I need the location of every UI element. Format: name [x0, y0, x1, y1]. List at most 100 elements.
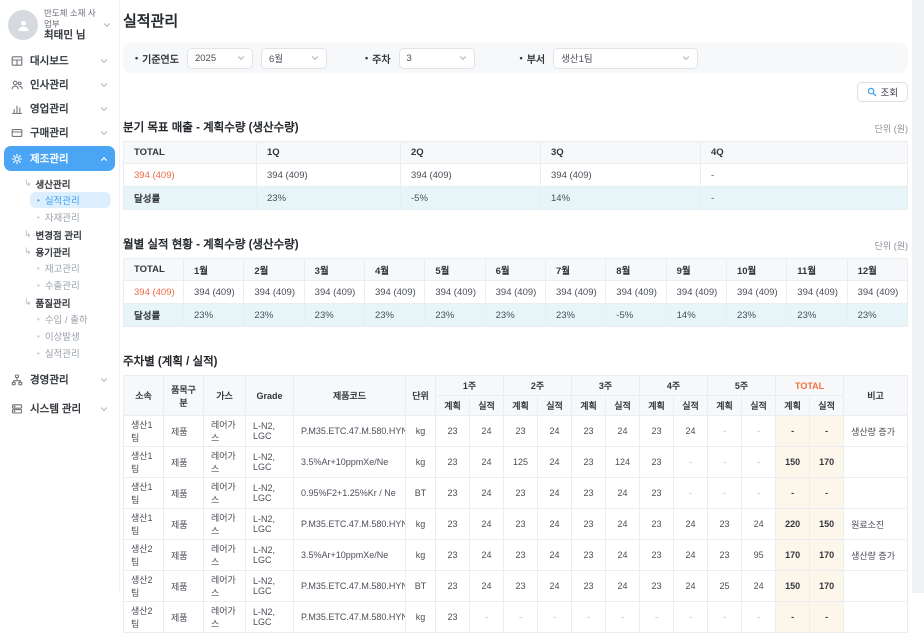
sidebar-item-시스템 관리[interactable]: 시스템 관리 [4, 398, 115, 419]
sidebar-group-품질관리[interactable]: ↳품질관리 [0, 294, 119, 311]
value-cell: 394 (409) [606, 281, 666, 304]
total-value-cell: 170 [810, 540, 844, 571]
column-header: Grade [246, 376, 294, 416]
values-row: 394 (409)394 (409)394 (409)394 (409)394 … [124, 281, 908, 304]
user-profile[interactable]: 반도체 소재 사업부 최태민 님 [0, 5, 119, 50]
unit-cell: kg [406, 509, 436, 540]
total-value-cell: 150 [776, 571, 810, 602]
week-group-header: 1주 [436, 376, 504, 396]
week-value-cell: 23 [640, 416, 674, 447]
total-value-cell: - [810, 602, 844, 633]
column-header: 1월 [184, 259, 244, 281]
search-button[interactable]: 조회 [857, 82, 908, 102]
user-name: 최태민 님 [44, 29, 103, 42]
week-value-cell: 23 [504, 540, 538, 571]
actual-header: 실적 [470, 396, 504, 416]
search-icon [867, 87, 877, 97]
sidebar-subitem-수출관리[interactable]: •수출관리 [30, 277, 111, 293]
column-header: 6월 [485, 259, 545, 281]
gas-cell: 레어가스 [204, 447, 246, 478]
sidebar-item-경영관리[interactable]: 경영관리 [4, 369, 115, 390]
total-value-cell: - [776, 416, 810, 447]
total-value-cell: - [810, 416, 844, 447]
week-value-cell: - [504, 602, 538, 633]
sidebar-item-label: 영업관리 [30, 101, 69, 116]
gas-cell: 레어가스 [204, 478, 246, 509]
week-select[interactable]: 3 [399, 48, 475, 69]
sidebar-group-생산관리[interactable]: ↳생산관리 [0, 175, 119, 192]
total-value: 394 (409) [124, 281, 184, 304]
week-value-cell: 24 [674, 509, 708, 540]
rate-label: 달성률 [124, 187, 257, 210]
sidebar-item-인사관리[interactable]: 인사관리 [4, 74, 115, 95]
user-department: 반도체 소재 사업부 [44, 8, 103, 29]
dept-select[interactable]: 생산1팀 [553, 48, 698, 69]
monthly-unit-label: 단위 (원) [875, 239, 908, 252]
note-cell [844, 447, 908, 478]
grade-cell: L-N2, LGC [246, 540, 294, 571]
chevron-down-icon [100, 405, 108, 413]
column-header: 3Q [541, 142, 701, 164]
actual-header: 실적 [742, 396, 776, 416]
year-select[interactable]: 2025 [187, 48, 253, 69]
sidebar-subitem-수입 / 출하[interactable]: •수입 / 출하 [30, 311, 111, 327]
sidebar-subitem-자재관리[interactable]: •자재관리 [30, 209, 111, 225]
sidebar-menu: 대시보드인사관리영업관리구매관리제조관리↳생산관리•실적관리•자재관리↳변경점 … [0, 50, 119, 419]
column-header: TOTAL [124, 259, 184, 281]
week-value-cell: 23 [436, 447, 470, 478]
sidebar-subitem-실적관리[interactable]: •실적관리 [30, 345, 111, 361]
sidebar-item-대시보드[interactable]: 대시보드 [4, 50, 115, 71]
unit-cell: kg [406, 416, 436, 447]
sidebar-subitem-재고관리[interactable]: •재고관리 [30, 260, 111, 276]
value-cell: 394 (409) [726, 281, 786, 304]
unit-cell: BT [406, 478, 436, 509]
grade-cell: L-N2, LGC [246, 416, 294, 447]
quarterly-unit-label: 단위 (원) [875, 122, 908, 135]
sidebar-subitem-이상발생[interactable]: •이상발생 [30, 328, 111, 344]
avatar [8, 10, 38, 40]
week-value-cell: 23 [572, 416, 606, 447]
week-value-cell: - [708, 478, 742, 509]
sidebar-group-label: 품질관리 [36, 296, 71, 310]
column-header: 5월 [425, 259, 485, 281]
week-group-header: 5주 [708, 376, 776, 396]
week-group-header: 4주 [640, 376, 708, 396]
users-icon [11, 78, 24, 91]
sidebar-subitem-실적관리[interactable]: •실적관리 [30, 192, 111, 208]
total-value-cell: - [810, 478, 844, 509]
gas-cell: 레어가스 [204, 509, 246, 540]
org-icon [11, 373, 24, 386]
note-cell: 생산량 증가 [844, 416, 908, 447]
week-value-cell: 24 [538, 416, 572, 447]
gear-icon [11, 152, 24, 165]
sidebar-item-영업관리[interactable]: 영업관리 [4, 98, 115, 119]
header-row: TOTAL1Q2Q3Q4Q [124, 142, 908, 164]
unit-cell: kg [406, 602, 436, 633]
code-cell: 3.5%Ar+10ppmXe/Ne [294, 540, 406, 571]
chevron-down-icon [459, 54, 467, 62]
total-value-cell: 170 [810, 571, 844, 602]
sidebar-group-용기관리[interactable]: ↳용기관리 [0, 243, 119, 260]
week-value-cell: - [606, 602, 640, 633]
month-select[interactable]: 6월 [261, 48, 327, 69]
week-value-cell: 24 [606, 416, 640, 447]
week-value-cell: - [742, 478, 776, 509]
sidebar-group-변경점 관리[interactable]: ↳변경점 관리 [0, 226, 119, 243]
sidebar-item-제조관리[interactable]: 제조관리 [4, 146, 115, 171]
week-value-cell: - [708, 416, 742, 447]
week-value-cell: 23 [504, 416, 538, 447]
week-value-cell: 24 [742, 509, 776, 540]
column-header: 2월 [244, 259, 304, 281]
week-value-cell: 23 [640, 571, 674, 602]
week-value-cell: 24 [674, 571, 708, 602]
bullet-icon: • [37, 213, 40, 222]
column-header: 7월 [545, 259, 605, 281]
chevron-down-icon [100, 129, 108, 137]
plan-header: 계획 [708, 396, 742, 416]
dept-cell: 생산1팀 [124, 447, 164, 478]
sidebar-item-구매관리[interactable]: 구매관리 [4, 122, 115, 143]
week-value-cell: 23 [640, 478, 674, 509]
right-gutter [912, 0, 924, 593]
code-cell: P.M35.ETC.47.M.580.HYN.00 [294, 571, 406, 602]
plan-header: 계획 [572, 396, 606, 416]
